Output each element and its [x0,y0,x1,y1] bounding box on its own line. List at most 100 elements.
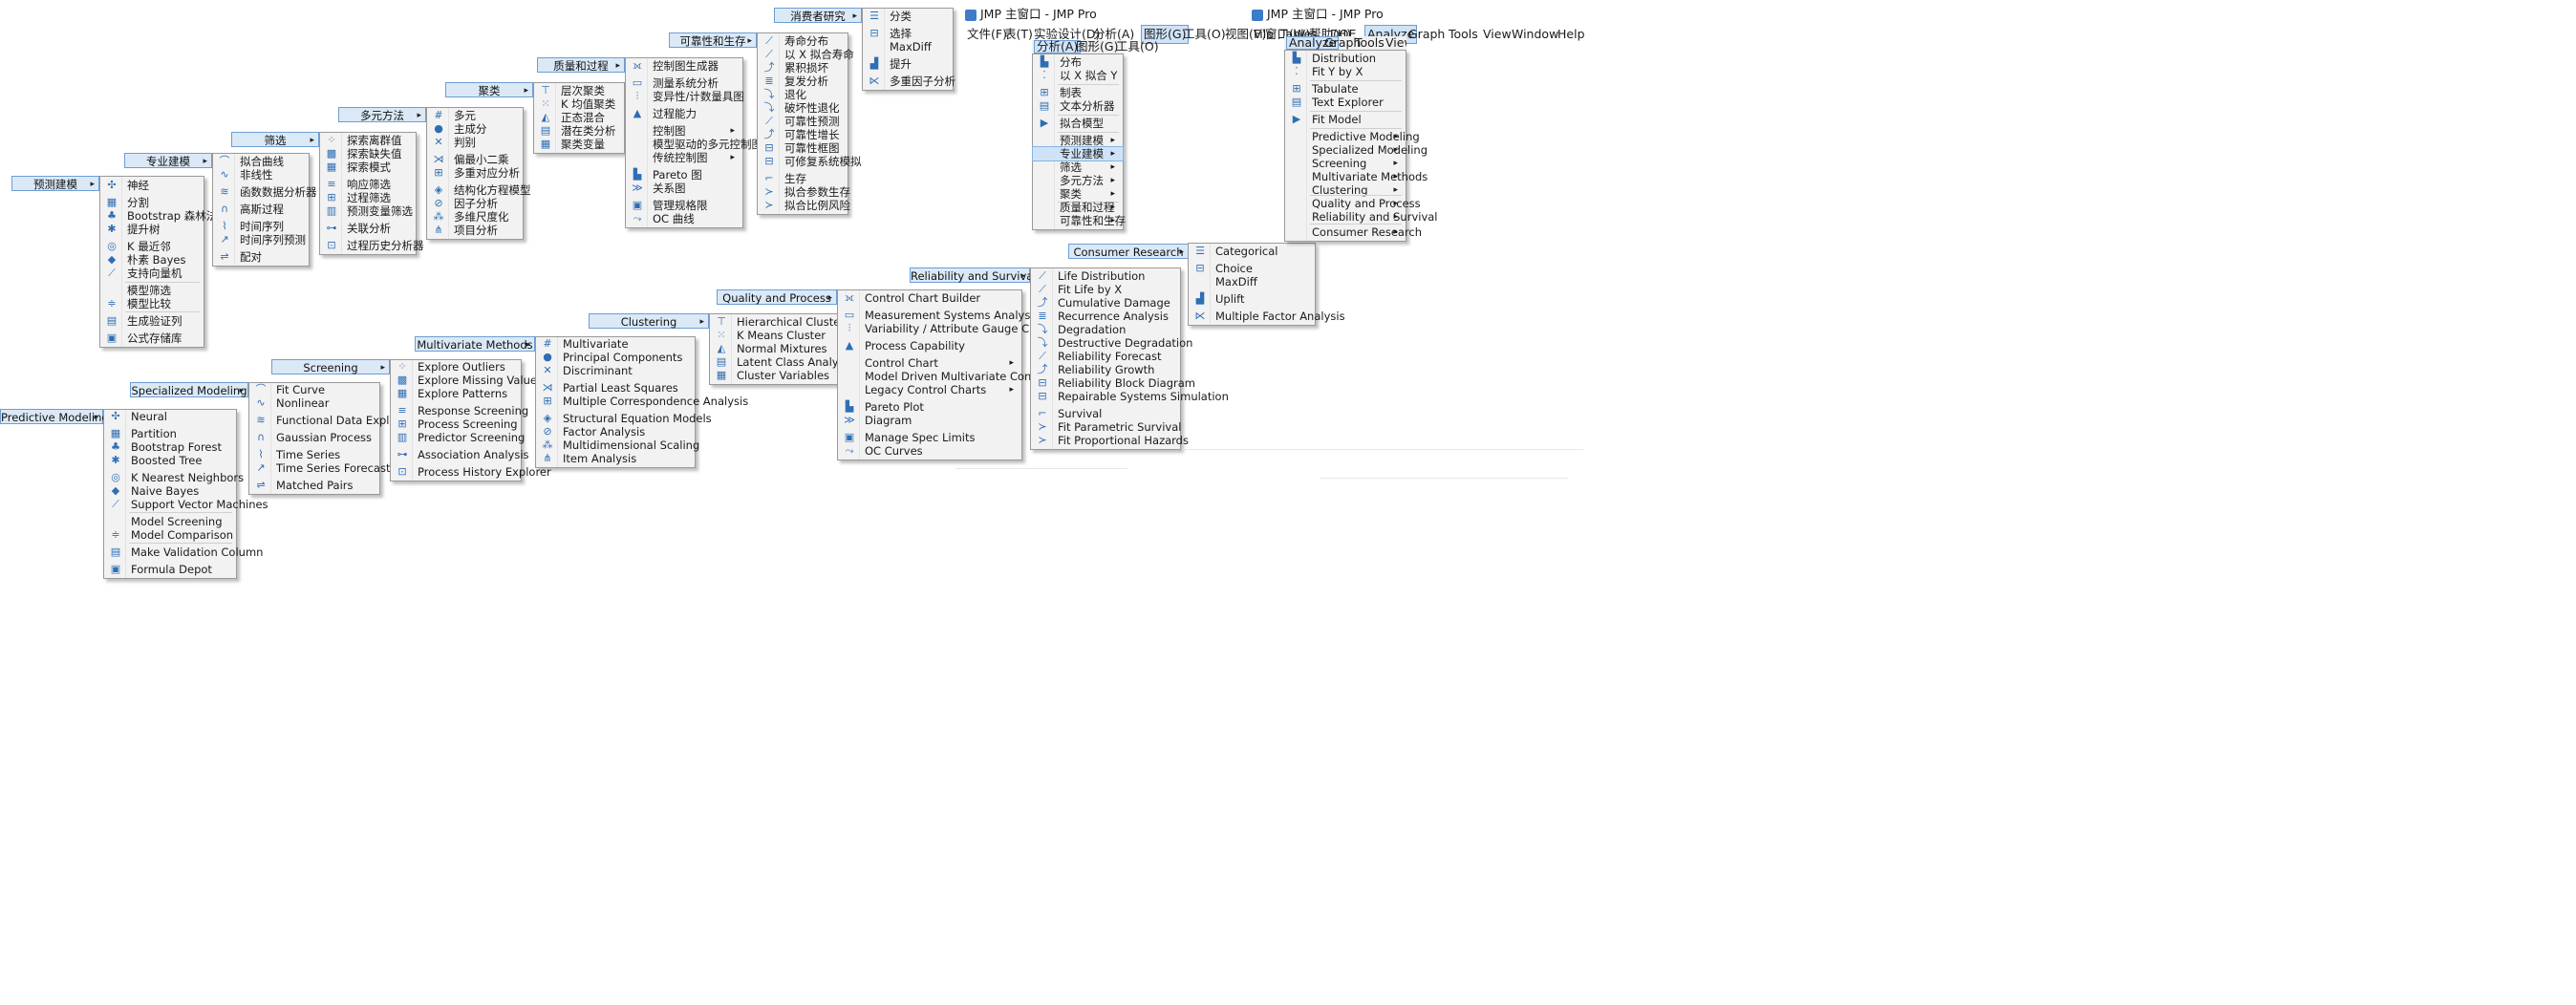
menu-item[interactable]: ⤳ OC 曲线 [626,212,742,225]
menu-item[interactable]: MaxDiff [1189,275,1315,289]
en-predictive-header[interactable]: Predictive Modeling ▸ [0,409,109,424]
menu-item[interactable]: ⊞ Process Screening [391,417,521,431]
menu-item[interactable]: ⊟ Choice [1189,262,1315,275]
menu-item[interactable]: # 多元 [427,109,523,122]
menu-item[interactable]: ⊡ 过程历史分析器 [320,239,423,252]
menu-item[interactable]: ⁙ K Means Cluster [710,329,838,342]
menu-item[interactable]: ≡ Response Screening [391,404,528,417]
menu-item[interactable]: 模型驱动的多元控制图 [626,138,762,151]
menu-bar-item[interactable]: View [1385,36,1406,50]
menu-item[interactable]: ⋉ Multiple Factor Analysis [1189,310,1345,323]
cn-multivariate-header[interactable]: 多元方法 ▸ [338,107,426,122]
menu-item[interactable]: ▤ 潜在类分析 [534,124,624,138]
menu-item[interactable]: Reliability and Survival ▸ [1285,210,1438,224]
menu-item[interactable]: ▤ 生成验证列 [100,314,204,328]
menu-item[interactable]: ≋ 函数数据分析器 [213,185,316,199]
menu-item[interactable]: ⁘ 探索离群值 [320,134,416,147]
menu-item[interactable]: ⋊ 偏最小二乘 [427,153,523,166]
menu-bar-item[interactable]: 文件(F) [967,25,1007,44]
menu-item[interactable]: Control Chart ▸ [838,356,1021,370]
menu-item[interactable]: Multivariate Methods ▸ [1285,170,1428,183]
menu-item[interactable]: ▤ Text Explorer [1285,96,1406,109]
menu-item[interactable]: ≡ 响应筛选 [320,178,416,191]
menu-bar-item[interactable]: 图形(G) [1076,40,1118,53]
menu-item[interactable]: Quality and Process ▸ [1285,197,1421,210]
menu-item[interactable]: ↗ Time Series Forecast [249,461,390,475]
menu-item[interactable]: ▩ 探索缺失值 [320,147,416,160]
menu-item[interactable]: ▦ Cluster Variables [710,369,838,382]
menu-item[interactable]: ⊡ Process History Explorer [391,465,550,479]
menu-item[interactable]: ∿ Nonlinear [249,396,379,410]
menu-item[interactable]: ▩ Explore Missing Values [391,374,543,387]
menu-item[interactable]: ♣ Bootstrap Forest [104,440,236,454]
menu-item[interactable]: ⊘ Factor Analysis [536,425,695,438]
menu-item[interactable]: ⁂ 多维尺度化 [427,210,523,224]
menu-item[interactable]: ◭ Normal Mixtures [710,342,838,355]
menu-item[interactable]: ⟋ Fit Life by X [1031,283,1180,296]
menu-item[interactable]: ◎ K Nearest Neighbors [104,471,244,484]
menu-item[interactable]: ⊶ 关联分析 [320,222,416,235]
menu-bar-item[interactable]: Tools [1355,36,1385,50]
menu-item[interactable]: ⊞ 过程筛选 [320,191,416,204]
menu-item[interactable]: ▣ 公式存储库 [100,331,204,345]
menu-item[interactable]: ⫶ 变异性/计数量具图 [626,90,744,103]
en-screening-header[interactable]: Screening ▸ [271,359,390,374]
menu-bar-item[interactable]: Graph [1408,25,1445,44]
menu-item[interactable]: ⤵ Destructive Degradation [1031,336,1193,350]
cn-predictive-header[interactable]: 预测建模 ▸ [11,176,99,191]
menu-item[interactable]: ⟋ 以 X 拟合寿命 [758,48,854,61]
menu-item[interactable]: ▥ 预测变量筛选 [320,204,416,218]
menu-item[interactable]: ⊞ Tabulate [1285,82,1406,96]
menu-item[interactable]: ▙ Pareto Plot [838,400,1021,414]
menu-item[interactable]: ⊟ 可靠性框图 [758,141,848,155]
menu-item[interactable]: ⊤ Hierarchical Cluster [710,315,845,329]
menu-item[interactable]: ✕ 判别 [427,136,523,149]
menu-item[interactable]: 控制图 ▸ [626,124,742,138]
menu-item[interactable]: ≫ Diagram [838,414,1021,427]
menu-item[interactable]: ⤴ 累积损坏 [758,61,848,75]
menu-item[interactable]: ⟋ 支持向量机 [100,267,204,280]
menu-bar-item[interactable]: 分析(A) [1034,40,1082,53]
menu-item[interactable]: ▣ 管理规格限 [626,199,742,212]
menu-item[interactable]: ▤ 文本分析器 [1033,99,1123,113]
menu-item[interactable]: ⇌ Matched Pairs [249,479,379,492]
menu-item[interactable]: 聚类 ▸ [1033,187,1123,201]
en-multivariate-header[interactable]: Multivariate Methods ▸ [415,336,535,352]
menu-bar-item[interactable]: Help [1557,25,1585,44]
menu-bar-item[interactable]: File [1254,25,1274,44]
menu-item[interactable]: Legacy Control Charts ▸ [838,383,1021,396]
en-consumer-header[interactable]: Consumer Research ▸ [1068,244,1189,259]
menu-item[interactable]: ⁚ 以 X 拟合 Y [1033,69,1123,82]
menu-item[interactable]: ▲ 过程能力 [626,107,742,120]
menu-item[interactable]: ⤴ Reliability Growth [1031,363,1180,376]
menu-item[interactable]: ⟋ 可靠性预测 [758,115,848,128]
menu-item[interactable]: ≑ 模型比较 [100,297,204,310]
menu-item[interactable]: Model Screening [104,515,236,528]
menu-item[interactable]: ⌒ Fit Curve [249,383,379,396]
menu-item[interactable]: ▙ Pareto 图 [626,168,742,182]
menu-item[interactable]: ⊞ 制表 [1033,86,1123,99]
menu-item[interactable]: ▣ Manage Spec Limits [838,431,1021,444]
menu-item[interactable]: 模型筛选 [100,284,204,297]
menu-item[interactable]: ⊞ Multiple Correspondence Analysis [536,395,748,408]
menu-item[interactable]: ▟ Uplift [1189,292,1315,306]
menu-item[interactable]: ≻ 拟合比例风险 [758,199,850,212]
menu-item[interactable]: ▶ 拟合模型 [1033,117,1123,130]
menu-item[interactable]: ⊤ 层次聚类 [534,84,624,97]
menu-item[interactable]: ▙ Distribution [1285,52,1406,65]
menu-bar-item[interactable]: 工具(O) [1116,40,1159,53]
menu-item[interactable]: ⤴ Cumulative Damage [1031,296,1180,310]
menu-item[interactable]: ⤵ Degradation [1031,323,1180,336]
menu-item[interactable]: ▦ 探索模式 [320,160,416,174]
menu-item[interactable]: ⌐ 生存 [758,172,848,185]
menu-item[interactable]: ▙ 分布 [1033,55,1123,69]
menu-item[interactable]: ▥ Predictor Screening [391,431,526,444]
menu-item[interactable]: ▦ Explore Patterns [391,387,521,400]
menu-item[interactable]: ⟋ Support Vector Machines [104,498,268,511]
menu-item[interactable]: ⟋ Life Distribution [1031,269,1180,283]
menu-bar-item[interactable]: 工具(O) [1183,25,1226,44]
menu-item[interactable]: ▟ 提升 [863,57,953,71]
menu-item[interactable]: Screening ▸ [1285,157,1406,170]
menu-item[interactable]: ⋊ Partial Least Squares [536,381,695,395]
menu-item[interactable]: ✣ Neural [104,410,236,423]
